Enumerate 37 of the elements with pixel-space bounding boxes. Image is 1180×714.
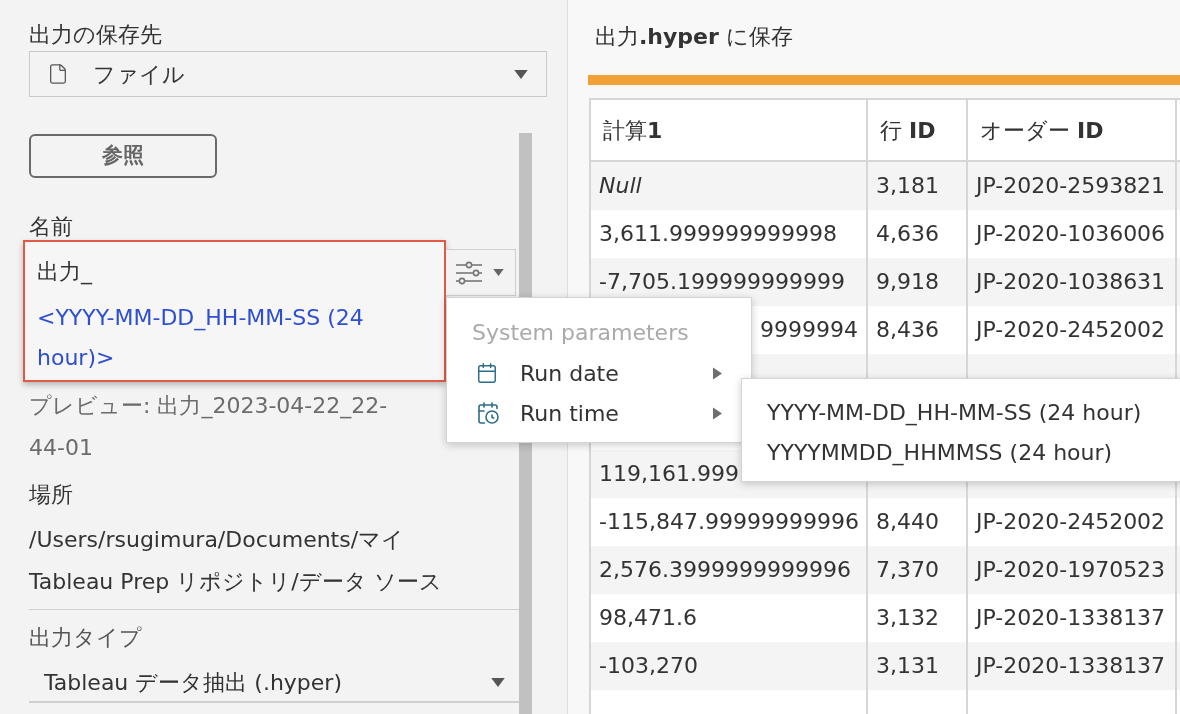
field-label: 場所 xyxy=(29,481,73,509)
table-value: 8,440 xyxy=(876,511,939,533)
field-label: 出力タイプ xyxy=(29,624,142,652)
pane-title: 出力.hyper に保存 xyxy=(595,23,793,51)
table-value: 7,370 xyxy=(876,559,939,581)
table-value: -7,705.199999999999 xyxy=(599,271,845,293)
table-value: Null xyxy=(599,175,642,197)
table-value: 4,636 xyxy=(876,223,939,245)
table-value: 3,181 xyxy=(876,175,939,197)
field-label: 名前 xyxy=(29,213,73,240)
table-value: -103,270 xyxy=(599,655,698,677)
table-value: 2,576.3999999999996 xyxy=(599,559,851,581)
table-value: 3,131 xyxy=(876,655,939,677)
column-header: 計算1 xyxy=(591,100,868,160)
table-value: 9,918 xyxy=(876,271,939,293)
table-value: JP-2020-2452002 xyxy=(976,319,1166,341)
table-value: 119,161.999 xyxy=(599,463,739,485)
parameter-token: <YYYY-MM-DD_HH-MM-SS (24 hour)> xyxy=(37,304,365,372)
table-value: 8,436 xyxy=(876,319,939,341)
table-value: 3,611.999999999998 xyxy=(599,223,837,245)
column-header: オーダー ID xyxy=(968,100,1177,160)
table-value: JP-2020-2452002 xyxy=(976,511,1166,533)
table-value: -115,847.99999999996 xyxy=(599,511,859,533)
table-value: JP-2020-1036006 xyxy=(976,223,1166,245)
preview-text: プレビュー: 出力_2023-04-22_22-44-01 xyxy=(29,392,389,462)
menu-heading: System parameters xyxy=(471,319,689,347)
table-value: JP-2020-1970523 xyxy=(976,559,1166,581)
column-header: 行 ID xyxy=(868,100,968,160)
location-path: /Users/rsugimura/Documents/マイ Tableau Prep リポジトリ/データ ソース xyxy=(29,526,443,596)
table-value: 9999994 xyxy=(760,319,858,341)
table-value: JP-2020-1038631 xyxy=(976,271,1166,293)
table-value: JP-2020-1338137 xyxy=(976,655,1166,677)
table-value: 98,471.6 xyxy=(599,607,697,629)
table-value: JP-2020-1338137 xyxy=(976,607,1166,629)
field-label: 出力の保存先 xyxy=(29,21,162,49)
table-value: JP-2020-2593821 xyxy=(976,175,1166,197)
table-value: 3,132 xyxy=(876,607,939,629)
